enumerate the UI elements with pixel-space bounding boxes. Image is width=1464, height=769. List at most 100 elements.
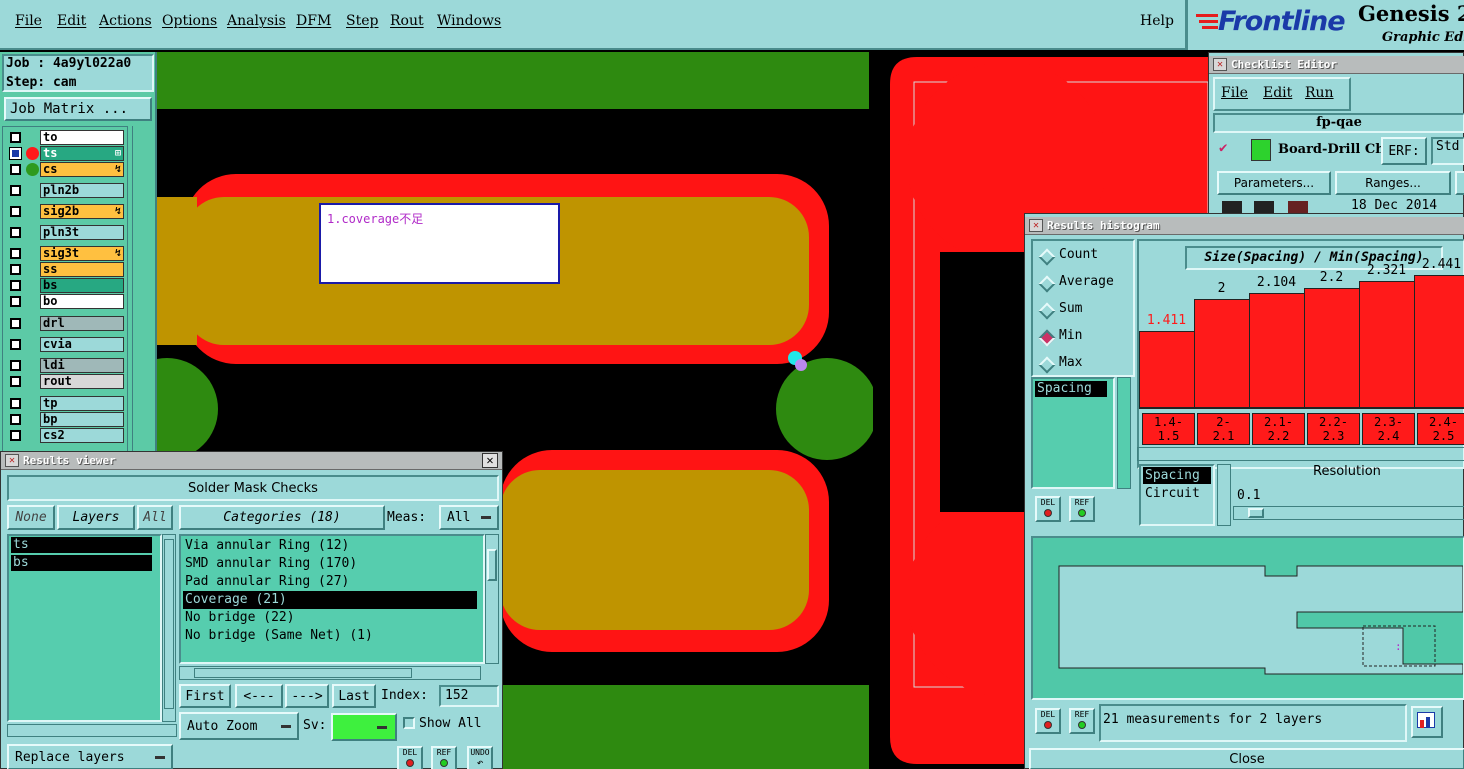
layer-checkbox-icon[interactable] bbox=[10, 339, 21, 350]
layer-checkbox-icon[interactable] bbox=[10, 206, 21, 217]
layer-row-cs2[interactable]: cs2 bbox=[0, 428, 130, 444]
category-item[interactable]: Pad annular Ring (27) bbox=[183, 573, 477, 591]
resolution-slider[interactable] bbox=[1233, 506, 1464, 520]
category-list[interactable]: Via annular Ring (12) SMD annular Ring (1… bbox=[179, 534, 485, 664]
layer-name[interactable]: bp bbox=[40, 412, 124, 427]
sub-type-item[interactable]: Spacing bbox=[1143, 467, 1211, 484]
menu-analysis[interactable]: Analysis bbox=[227, 13, 286, 29]
checklist-menu-run[interactable]: Run bbox=[1305, 85, 1334, 101]
layer-checkbox-icon[interactable] bbox=[10, 376, 21, 387]
layer-name[interactable]: pln2b bbox=[40, 183, 124, 198]
window-menu-icon[interactable]: ✕ bbox=[1029, 219, 1043, 232]
layer-row-cvia[interactable]: cvia bbox=[0, 337, 130, 353]
category-item[interactable]: Via annular Ring (12) bbox=[183, 537, 477, 555]
sub-type-scrollbar[interactable] bbox=[1217, 464, 1231, 526]
layer-name[interactable]: drl bbox=[40, 316, 124, 331]
layer-row-bp[interactable]: bp bbox=[0, 412, 130, 428]
type-list-scrollbar[interactable] bbox=[1117, 377, 1131, 489]
layer-checkbox-icon[interactable] bbox=[10, 398, 21, 409]
category-hscroll[interactable] bbox=[179, 666, 481, 680]
histogram-bar[interactable] bbox=[1359, 281, 1415, 409]
checklist-menu-edit[interactable]: Edit bbox=[1263, 85, 1292, 101]
layer-checkbox-icon[interactable] bbox=[10, 280, 21, 291]
layers-button[interactable]: Layers bbox=[57, 505, 135, 530]
layer-name[interactable]: ldi bbox=[40, 358, 124, 373]
all-layers-button[interactable]: All bbox=[137, 505, 173, 530]
menu-rout[interactable]: Rout bbox=[390, 13, 424, 29]
layer-row-ldi[interactable]: ldi bbox=[0, 358, 130, 374]
layer-row-pln3t[interactable]: pln3t bbox=[0, 225, 130, 241]
type-item[interactable]: Spacing bbox=[1035, 381, 1107, 397]
check-name[interactable]: Board-Drill Che bbox=[1278, 142, 1393, 157]
auto-zoom-dropdown[interactable]: Auto Zoom bbox=[179, 712, 299, 740]
radio-min-icon[interactable] bbox=[1038, 329, 1056, 347]
layer-checkbox-icon[interactable] bbox=[10, 227, 21, 238]
histogram-bar[interactable] bbox=[1249, 293, 1305, 409]
board-preview[interactable]: : bbox=[1031, 536, 1464, 700]
hist-ref-button[interactable]: REF bbox=[1069, 496, 1095, 522]
histogram-hscroll[interactable] bbox=[1137, 447, 1464, 461]
histogram-bar[interactable] bbox=[1414, 275, 1464, 409]
type-list[interactable]: Spacing bbox=[1031, 377, 1115, 489]
layer-name[interactable]: pln3t bbox=[40, 225, 124, 240]
extra-button[interactable] bbox=[1455, 171, 1464, 195]
layer-name[interactable]: ts ⊞ bbox=[40, 146, 124, 161]
layer-name[interactable]: tp bbox=[40, 396, 124, 411]
job-matrix-button[interactable]: Job Matrix ... bbox=[4, 97, 152, 121]
layer-row-sig3t[interactable]: sig3t ↯ bbox=[0, 246, 130, 262]
menu-step[interactable]: Step bbox=[346, 13, 378, 29]
layer-row-cs[interactable]: cs ↯ bbox=[0, 162, 130, 178]
rv-ref-button[interactable]: REF bbox=[431, 746, 457, 769]
layer-checkbox-icon[interactable] bbox=[10, 414, 21, 425]
layer-row-ss[interactable]: ss bbox=[0, 262, 130, 278]
layer-checkbox-icon[interactable] bbox=[10, 248, 21, 259]
layer-result-item[interactable]: ts bbox=[11, 537, 152, 553]
histogram-bar[interactable] bbox=[1304, 288, 1360, 409]
slider-thumb[interactable] bbox=[1248, 508, 1264, 518]
layer-row-rout[interactable]: rout bbox=[0, 374, 130, 390]
layer-name[interactable]: ss bbox=[40, 262, 124, 277]
layer-row-ts[interactable]: ts ⊞ bbox=[0, 146, 130, 162]
layer-name[interactable]: sig2b ↯ bbox=[40, 204, 124, 219]
replace-layers-dropdown[interactable]: Replace layers bbox=[7, 744, 173, 769]
layer-checkbox-icon[interactable] bbox=[9, 147, 22, 160]
layer-checkbox-icon[interactable] bbox=[10, 164, 21, 175]
radio-average-icon[interactable] bbox=[1038, 275, 1056, 293]
menu-file[interactable]: File bbox=[15, 13, 42, 29]
menu-help[interactable]: Help bbox=[1140, 13, 1174, 29]
none-button[interactable]: None bbox=[7, 505, 55, 530]
layer-name[interactable]: to bbox=[40, 130, 124, 145]
histogram-bar[interactable] bbox=[1194, 299, 1250, 409]
sv-color-dropdown[interactable] bbox=[331, 713, 397, 741]
menu-windows[interactable]: Windows bbox=[437, 13, 501, 29]
annotation-box[interactable]: 1.coverage不足 bbox=[319, 203, 560, 284]
layer-row-bo[interactable]: bo bbox=[0, 294, 130, 310]
layer-name[interactable]: cvia bbox=[40, 337, 124, 352]
menu-edit[interactable]: Edit bbox=[57, 13, 86, 29]
layer-name[interactable]: cs ↯ bbox=[40, 162, 124, 177]
layer-checkbox-icon[interactable] bbox=[10, 264, 21, 275]
layer-row-pln2b[interactable]: pln2b bbox=[0, 183, 130, 199]
category-item[interactable]: No bridge (22) bbox=[183, 609, 477, 627]
erf-value-field[interactable]: Std bbox=[1431, 137, 1464, 165]
window-menu-icon[interactable]: ✕ bbox=[1213, 58, 1227, 71]
ranges-button[interactable]: Ranges... bbox=[1335, 171, 1451, 195]
hist-ref-button-2[interactable]: REF bbox=[1069, 708, 1095, 734]
layer-row-to[interactable]: to bbox=[0, 130, 130, 146]
hist-del-button-2[interactable]: DEL bbox=[1035, 708, 1061, 734]
category-item[interactable]: No bridge (Same Net) (1) bbox=[183, 627, 477, 645]
histogram-bar[interactable] bbox=[1139, 331, 1195, 409]
erf-button[interactable]: ERF: bbox=[1381, 137, 1427, 165]
menu-options[interactable]: Options bbox=[162, 13, 217, 29]
rv-undo-button[interactable]: UNDO ↶ bbox=[467, 746, 493, 769]
layer-name[interactable]: bo bbox=[40, 294, 124, 309]
radio-count-icon[interactable] bbox=[1038, 248, 1056, 266]
layer-row-sig2b[interactable]: sig2b ↯ bbox=[0, 204, 130, 220]
layer-checkbox-icon[interactable] bbox=[10, 132, 21, 143]
checklist-menu-file[interactable]: File bbox=[1221, 85, 1248, 101]
radio-max-icon[interactable] bbox=[1038, 356, 1056, 374]
sub-type-item[interactable]: Circuit bbox=[1143, 485, 1211, 502]
category-item[interactable]: Coverage (21) bbox=[183, 591, 477, 609]
layer-row-bs[interactable]: bs bbox=[0, 278, 130, 294]
rv-del-button[interactable]: DEL bbox=[397, 746, 423, 769]
